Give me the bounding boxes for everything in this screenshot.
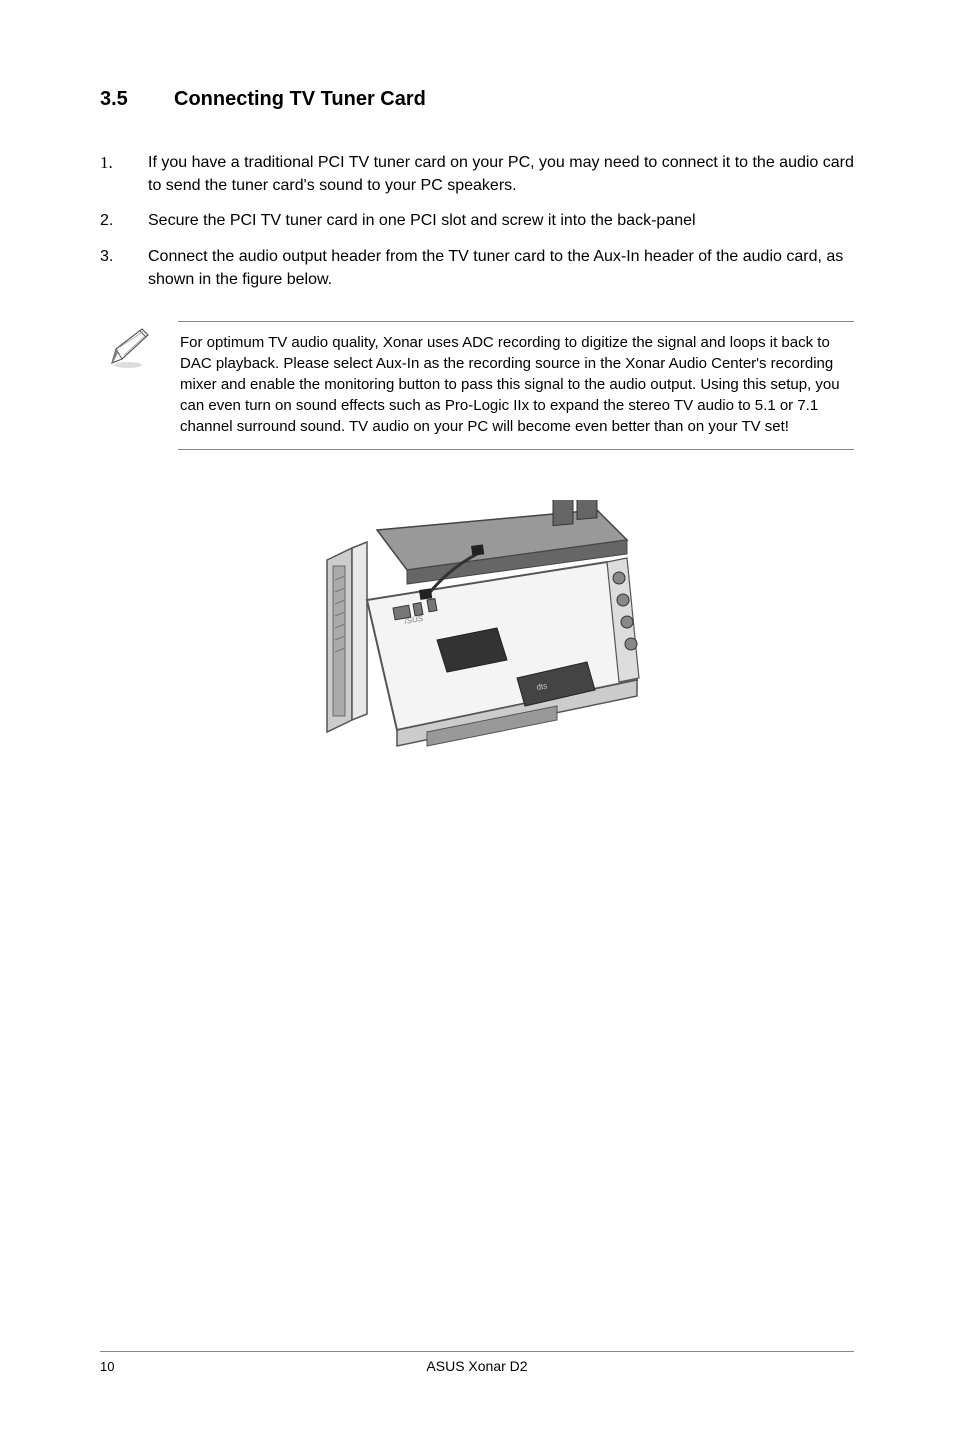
section-heading: 3.5Connecting TV Tuner Card <box>100 88 854 111</box>
list-text: Secure the PCI TV tuner card in one PCI … <box>148 209 854 232</box>
list-item: 1. If you have a traditional PCI TV tune… <box>100 151 854 197</box>
section-number: 3.5 <box>100 88 174 111</box>
tv-tuner-diagram: dts /SUS <box>100 500 854 805</box>
page-footer: 10 ASUS Xonar D2 <box>100 1351 854 1374</box>
list-number: 1. <box>100 151 148 197</box>
list-item: 2. Secure the PCI TV tuner card in one P… <box>100 209 854 232</box>
note-text: For optimum TV audio quality, Xonar uses… <box>178 321 854 450</box>
note-block: For optimum TV audio quality, Xonar uses… <box>100 321 854 450</box>
list-text: Connect the audio output header from the… <box>148 245 854 291</box>
list-text: If you have a traditional PCI TV tuner c… <box>148 151 854 197</box>
footer-product-name: ASUS Xonar D2 <box>160 1358 794 1374</box>
list-number: 3. <box>100 245 148 291</box>
list-item: 3. Connect the audio output header from … <box>100 245 854 291</box>
instruction-list: 1. If you have a traditional PCI TV tune… <box>100 151 854 291</box>
list-number: 2. <box>100 209 148 232</box>
pencil-note-icon <box>106 321 150 450</box>
page-number: 10 <box>100 1359 160 1374</box>
svg-text:dts: dts <box>536 681 548 692</box>
section-title: Connecting TV Tuner Card <box>174 88 426 110</box>
